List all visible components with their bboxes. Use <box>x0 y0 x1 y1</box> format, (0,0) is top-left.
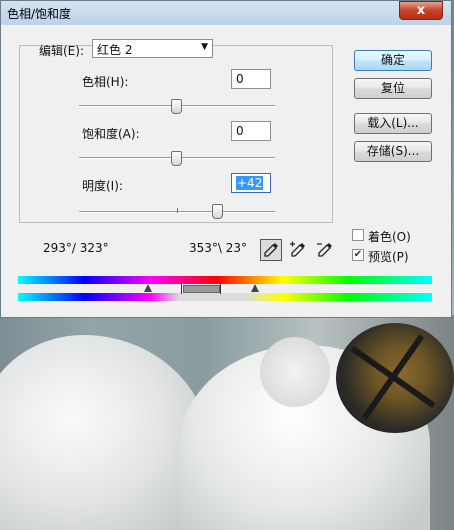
lightness-center-tick <box>177 208 178 213</box>
lightness-input[interactable]: +42 <box>231 173 271 193</box>
range-left-readout: 293°/ 323° <box>43 241 109 255</box>
dialog-title: 色相/饱和度 <box>7 7 72 21</box>
photo-canvas <box>0 315 454 530</box>
hue-input[interactable]: 0 <box>231 69 271 89</box>
hue-slider-thumb[interactable] <box>171 99 182 114</box>
eyedropper-minus-icon <box>317 243 332 257</box>
close-icon: x <box>416 3 426 18</box>
reset-button[interactable]: 复位 <box>354 78 432 99</box>
title-bar[interactable]: 色相/饱和度 <box>1 1 451 25</box>
edit-label: 编辑(E): <box>39 44 84 58</box>
eyedropper-plus-button[interactable] <box>287 239 309 261</box>
hue-saturation-dialog: 色相/饱和度 x 编辑(E): 红色 2 ▼ 色相(H): 0 饱和度(A): … <box>0 0 452 318</box>
edit-select-value: 红色 2 <box>97 43 133 57</box>
range-left-falloff-handle[interactable] <box>144 284 152 292</box>
range-right-handle[interactable] <box>220 284 221 294</box>
colorize-label: 着色(O) <box>368 230 411 244</box>
range-right-falloff-handle[interactable] <box>251 284 259 292</box>
eyedropper-icon <box>264 243 278 257</box>
adjust-group <box>19 45 333 223</box>
edit-select[interactable]: 红色 2 ▼ <box>92 39 213 58</box>
lightness-label: 明度(I): <box>82 179 123 193</box>
output-color-bar <box>18 293 432 301</box>
range-left-handle[interactable] <box>181 284 182 294</box>
eyedropper-minus-button[interactable] <box>314 239 336 261</box>
chevron-down-icon: ▼ <box>201 42 208 52</box>
lightness-slider-thumb[interactable] <box>212 204 223 219</box>
color-range-selection[interactable] <box>183 285 220 293</box>
range-right-readout: 353°\ 23° <box>189 241 248 255</box>
input-color-bar <box>18 276 432 284</box>
colorize-checkbox[interactable] <box>352 229 364 241</box>
preview-label: 预览(P) <box>368 250 409 264</box>
saturation-label: 饱和度(A): <box>82 127 140 141</box>
saturation-input[interactable]: 0 <box>231 121 271 141</box>
load-button[interactable]: 载入(L)... <box>354 113 432 134</box>
close-button[interactable]: x <box>399 1 443 20</box>
saturation-slider-thumb[interactable] <box>171 151 182 166</box>
eyedropper-button[interactable] <box>260 239 282 261</box>
preview-checkbox[interactable]: ✔ <box>352 249 364 261</box>
save-button[interactable]: 存储(S)... <box>354 141 432 162</box>
hue-label: 色相(H): <box>82 75 129 89</box>
eyedropper-plus-icon <box>290 241 305 257</box>
ok-button[interactable]: 确定 <box>354 50 432 71</box>
photo-head <box>260 337 330 407</box>
